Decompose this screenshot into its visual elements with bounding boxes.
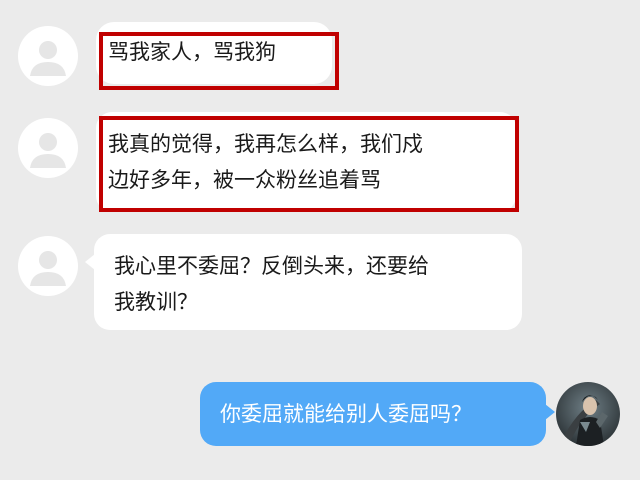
- sender-avatar-icon[interactable]: [18, 118, 78, 178]
- message-bubble-incoming[interactable]: 骂我家人，骂我狗: [96, 22, 332, 84]
- chat-conversation: 骂我家人，骂我狗 我真的觉得，我再怎么样，我们戍 边好多年，被一众粉丝追着骂 我…: [0, 0, 640, 480]
- message-text-line: 我真的觉得，我再怎么样，我们戍: [108, 132, 423, 156]
- message-text: 骂我家人，骂我狗: [108, 40, 276, 64]
- sender-avatar-icon[interactable]: [18, 236, 78, 296]
- character-photo-avatar-icon[interactable]: [556, 382, 620, 446]
- message-text: 你委屈就能给别人委屈吗？: [220, 402, 472, 426]
- message-text-line: 我教训？: [114, 290, 198, 314]
- message-bubble-outgoing[interactable]: 你委屈就能给别人委屈吗？: [200, 382, 555, 446]
- message-bubble-incoming[interactable]: 我心里不委屈？反倒头来，还要给 我教训？: [85, 234, 522, 330]
- message-text-line: 我心里不委屈？反倒头来，还要给: [114, 254, 429, 278]
- message-bubble-incoming[interactable]: 我真的觉得，我再怎么样，我们戍 边好多年，被一众粉丝追着骂: [96, 112, 516, 212]
- sender-avatar-icon[interactable]: [18, 26, 78, 86]
- message-text-line: 边好多年，被一众粉丝追着骂: [108, 168, 381, 192]
